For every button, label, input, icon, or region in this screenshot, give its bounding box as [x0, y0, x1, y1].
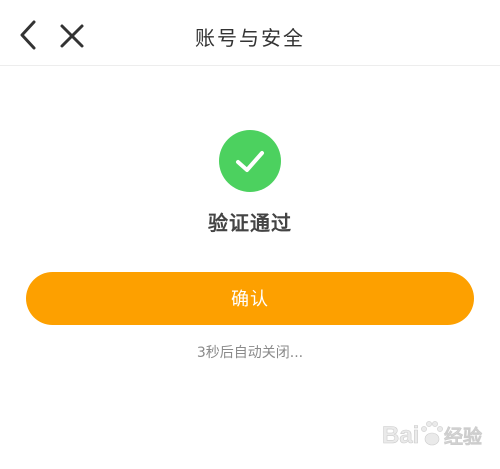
page-title: 账号与安全: [195, 26, 305, 50]
verification-status-text: 验证通过: [208, 211, 292, 235]
svg-text:Bai: Bai: [382, 422, 419, 449]
top-nav-bar: 账号与安全: [0, 0, 500, 66]
auto-close-countdown: 3秒后自动关闭...: [196, 345, 304, 361]
confirm-button[interactable]: 确认: [26, 272, 474, 325]
svg-text:经验: 经验: [444, 425, 483, 448]
check-circle-icon: [219, 130, 281, 192]
baidu-jingyan-logo: Bai 经验: [380, 412, 496, 456]
